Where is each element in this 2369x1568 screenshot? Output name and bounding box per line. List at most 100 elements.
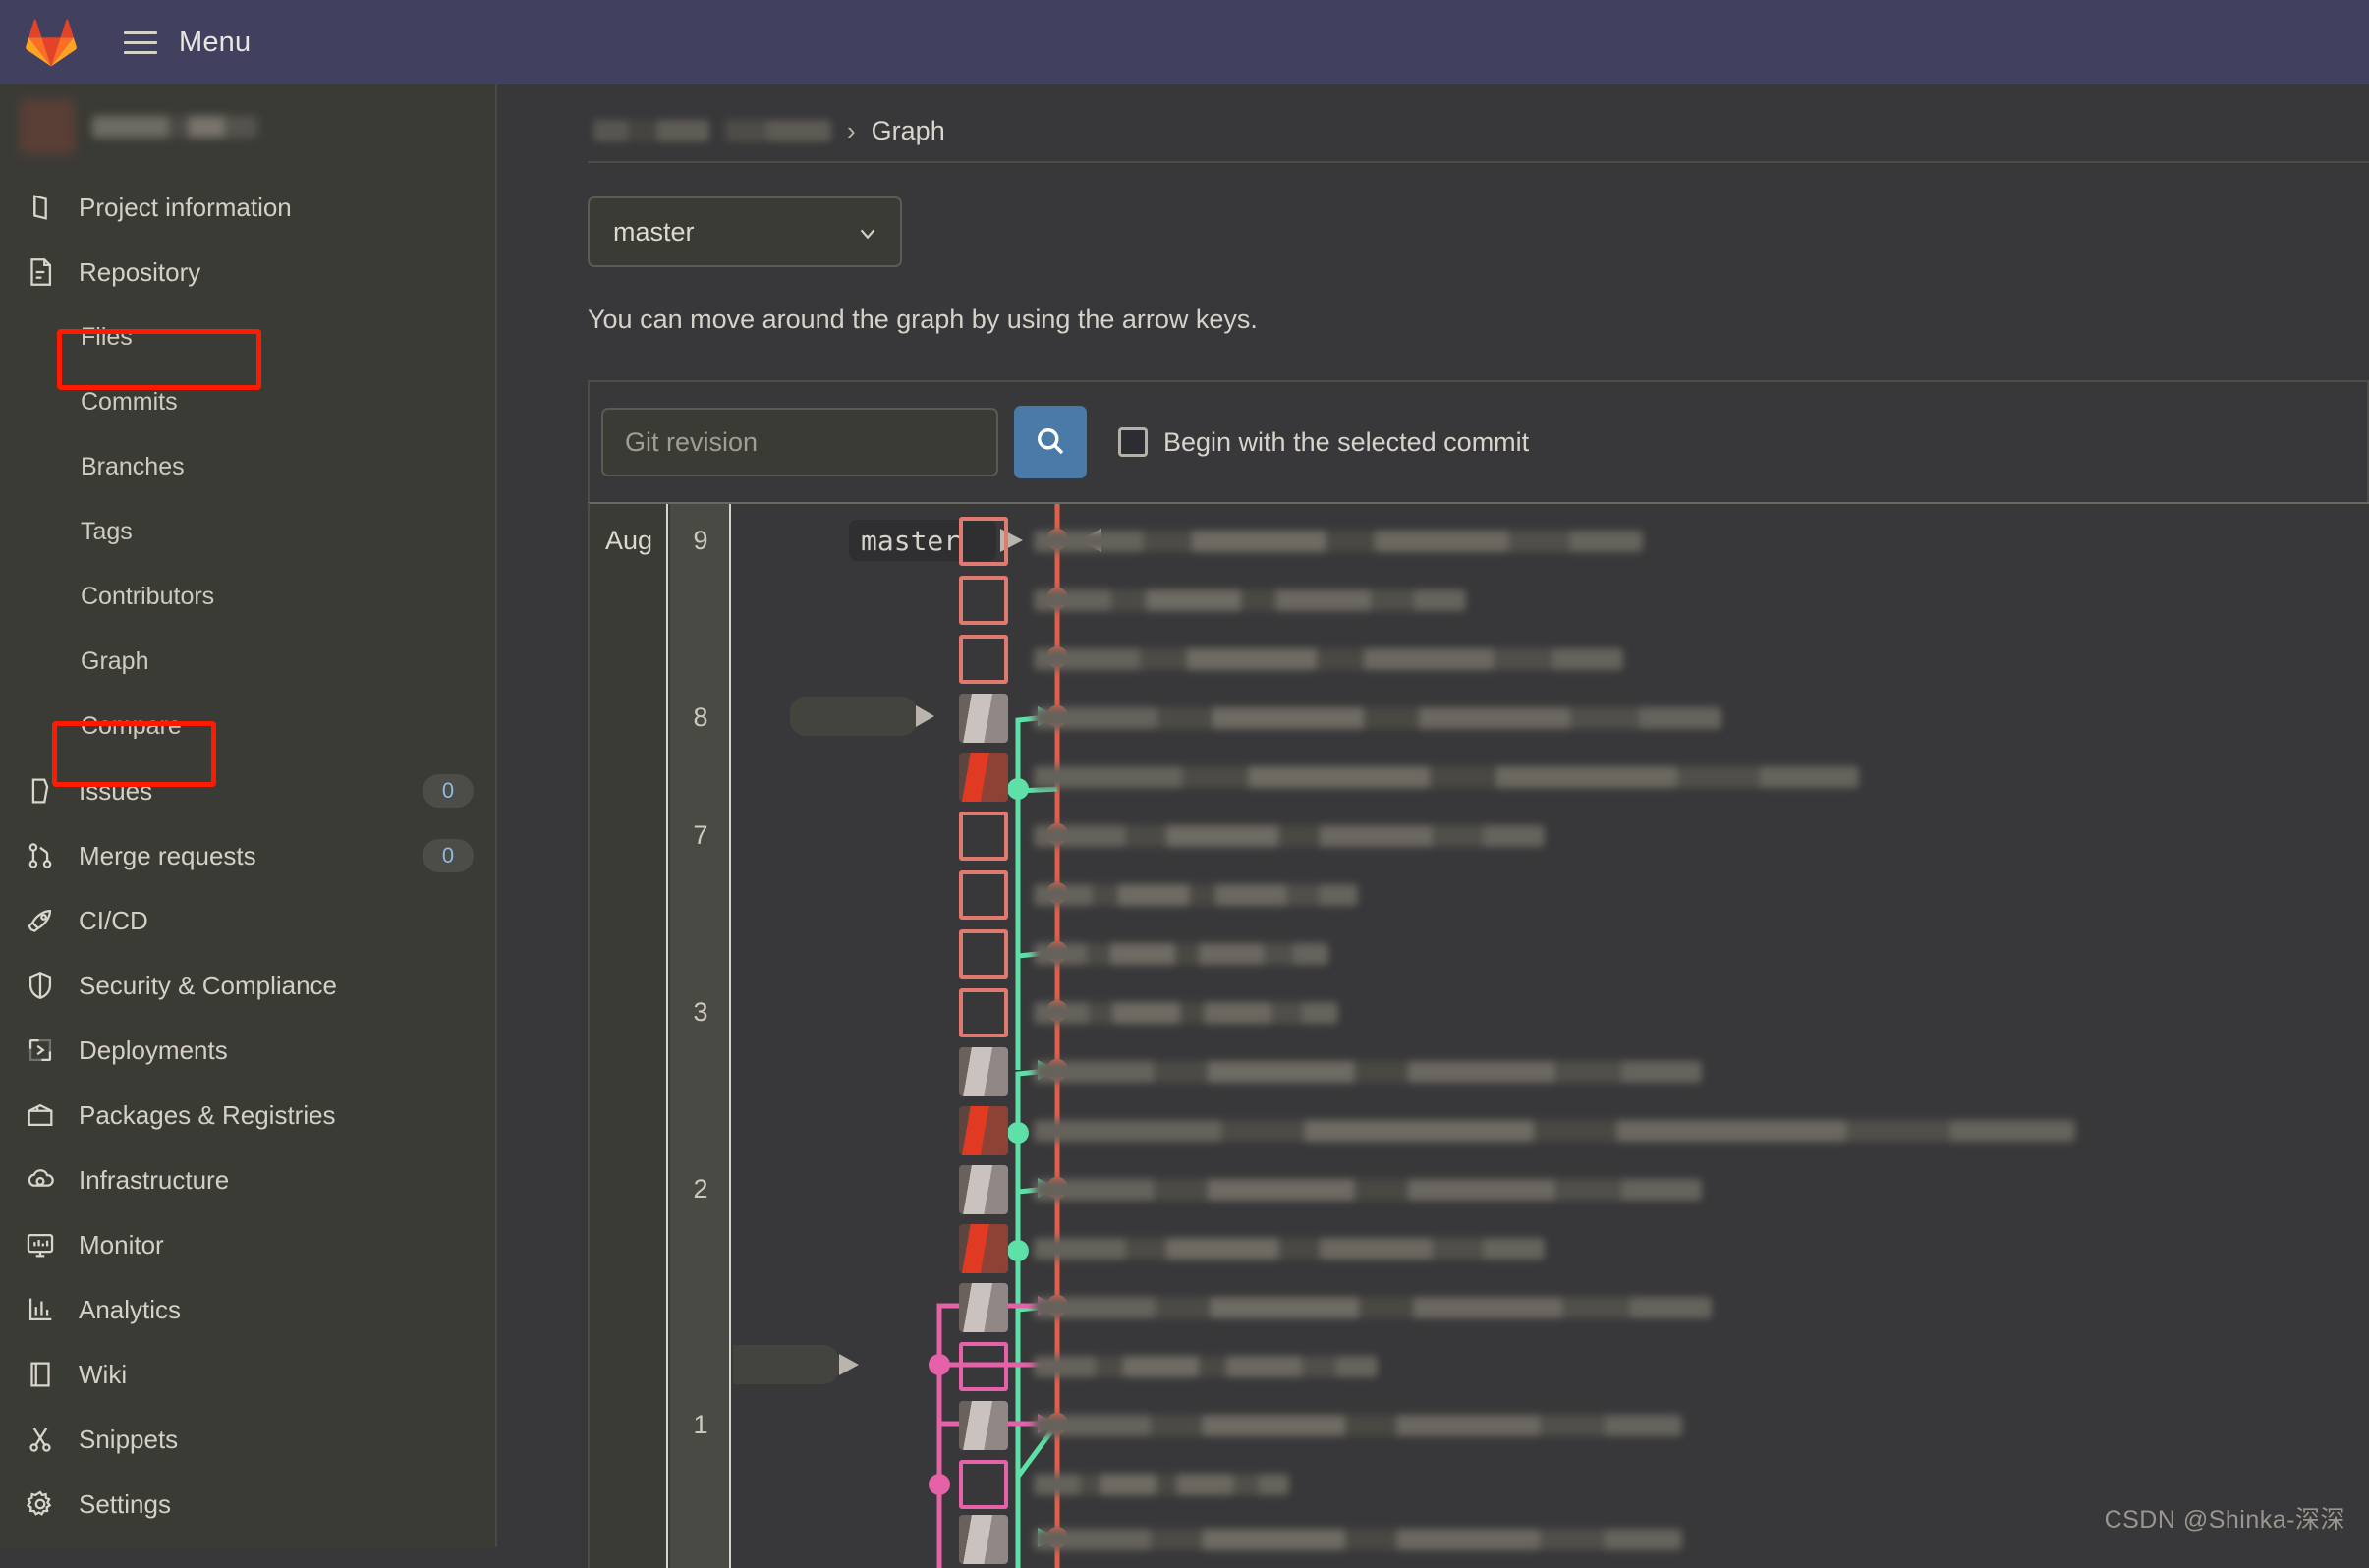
day-label: 3 [670,997,731,1028]
avatar [959,812,1008,861]
begin-with-selected-commit-checkbox[interactable]: Begin with the selected commit [1118,427,1529,458]
month-label: Aug [590,526,668,556]
table-row[interactable] [959,632,1623,687]
sidebar-item-deployments[interactable]: Deployments [0,1018,495,1083]
avatar [959,576,1008,625]
sidebar-item-issues[interactable]: Issues 0 [0,758,495,823]
sidebar-item-wiki[interactable]: Wiki [0,1342,495,1407]
sidebar-item-label: Monitor [79,1230,474,1260]
avatar [959,517,1008,566]
sidebar-item-analytics[interactable]: Analytics [0,1277,495,1342]
sidebar-item-repository[interactable]: Repository [0,240,495,305]
breadcrumb-divider [588,161,2369,163]
git-revision-input[interactable] [601,408,998,476]
sidebar-subitem-label: Contributors [81,583,214,611]
sidebar-item-project-information[interactable]: Project information [0,175,495,240]
top-navigation-bar: Menu [0,0,2369,84]
sidebar-item-packages-registries[interactable]: Packages & Registries [0,1083,495,1148]
commit-network-graph[interactable]: Aug 9 8 7 3 2 1 [588,502,2369,1568]
sidebar-item-security-compliance[interactable]: Security & Compliance [0,953,495,1018]
table-row[interactable] [959,514,1643,569]
table-row[interactable] [959,1457,1289,1512]
commit-message-redacted [1034,943,1328,965]
month-column [590,504,668,1568]
hamburger-menu-icon[interactable] [124,31,157,54]
commit-message-redacted [1034,589,1466,611]
avatar [959,1515,1008,1564]
table-row[interactable] [959,1044,1702,1099]
breadcrumb-group-redacted[interactable] [593,120,709,141]
branch-selector-value: master [613,217,695,248]
sidebar-item-label: Settings [79,1489,474,1520]
sidebar-subitem-commits[interactable]: Commits [0,369,495,434]
sidebar-item-label: Analytics [79,1295,474,1325]
commit-message-redacted [1034,1238,1545,1260]
sidebar-item-snippets[interactable]: Snippets [0,1407,495,1472]
gitlab-fox-logo[interactable] [26,18,77,67]
checkbox-label: Begin with the selected commit [1163,427,1529,458]
svg-text:master: master [861,525,960,557]
commit-message-redacted [1034,1415,1682,1436]
sidebar-item-label: CI/CD [79,906,474,936]
sidebar-subitem-graph[interactable]: Graph [0,629,495,694]
checkbox-box-icon[interactable] [1118,427,1148,457]
table-row[interactable] [959,1103,2075,1158]
monitor-icon [24,1228,57,1261]
graph-panel: Begin with the selected commit Aug 9 8 7… [588,380,2369,1568]
sidebar-item-label: Merge requests [79,841,401,871]
table-row[interactable] [959,1221,1545,1276]
table-row[interactable] [959,750,1859,805]
project-information-icon [24,191,57,224]
issues-count-badge: 0 [423,774,474,808]
table-row[interactable] [959,1339,1378,1394]
commit-message-redacted [1034,884,1358,906]
sidebar-item-infrastructure[interactable]: Infrastructure [0,1148,495,1212]
avatar [959,929,1008,979]
sidebar-item-ci-cd[interactable]: CI/CD [0,888,495,953]
commit-message-redacted [1034,1356,1378,1377]
sidebar-subitem-contributors[interactable]: Contributors [0,564,495,629]
table-row[interactable] [959,1398,1682,1453]
sidebar-item-merge-requests[interactable]: Merge requests 0 [0,823,495,888]
menu-label[interactable]: Menu [179,27,251,59]
gear-icon [24,1487,57,1521]
table-row[interactable] [959,868,1358,923]
sidebar-subitem-compare[interactable]: Compare [0,694,495,758]
table-row[interactable] [959,1512,1682,1567]
shield-icon [24,969,57,1002]
table-row[interactable] [959,573,1466,628]
sidebar-subitem-branches[interactable]: Branches [0,434,495,499]
sidebar-item-label: Security & Compliance [79,971,474,1001]
avatar [959,988,1008,1037]
main-content: › Graph master You can move around the g… [499,84,2369,1547]
sidebar-project-header[interactable] [0,84,495,169]
sidebar-item-label: Snippets [79,1425,474,1455]
table-row[interactable] [959,691,1721,746]
search-icon [1033,423,1068,462]
commit-message-redacted [1034,1179,1702,1201]
commit-message-redacted [1034,766,1859,788]
table-row[interactable] [959,809,1545,864]
avatar [959,1224,1008,1273]
repository-icon [24,255,57,289]
table-row[interactable] [959,1280,1712,1335]
sidebar-item-monitor[interactable]: Monitor [0,1212,495,1277]
commit-message-redacted [1034,1297,1712,1318]
sidebar-item-settings[interactable]: Settings [0,1472,495,1537]
search-button[interactable] [1014,406,1087,478]
merge-requests-count-badge: 0 [423,839,474,872]
table-row[interactable] [959,926,1328,981]
day-label: 2 [670,1174,731,1204]
sidebar-subitem-files[interactable]: Files [0,305,495,369]
table-row[interactable] [959,1162,1702,1217]
table-row[interactable] [959,985,1338,1040]
avatar [959,1460,1008,1509]
day-label: 8 [670,702,731,733]
branch-selector-dropdown[interactable]: master [588,196,902,267]
breadcrumb-separator: › [847,116,856,146]
avatar [959,1106,1008,1155]
chevron-down-icon [857,221,878,243]
sidebar-subitem-tags[interactable]: Tags [0,499,495,564]
breadcrumb-project-redacted[interactable] [725,120,831,141]
sidebar-subitem-label: Files [81,323,133,352]
